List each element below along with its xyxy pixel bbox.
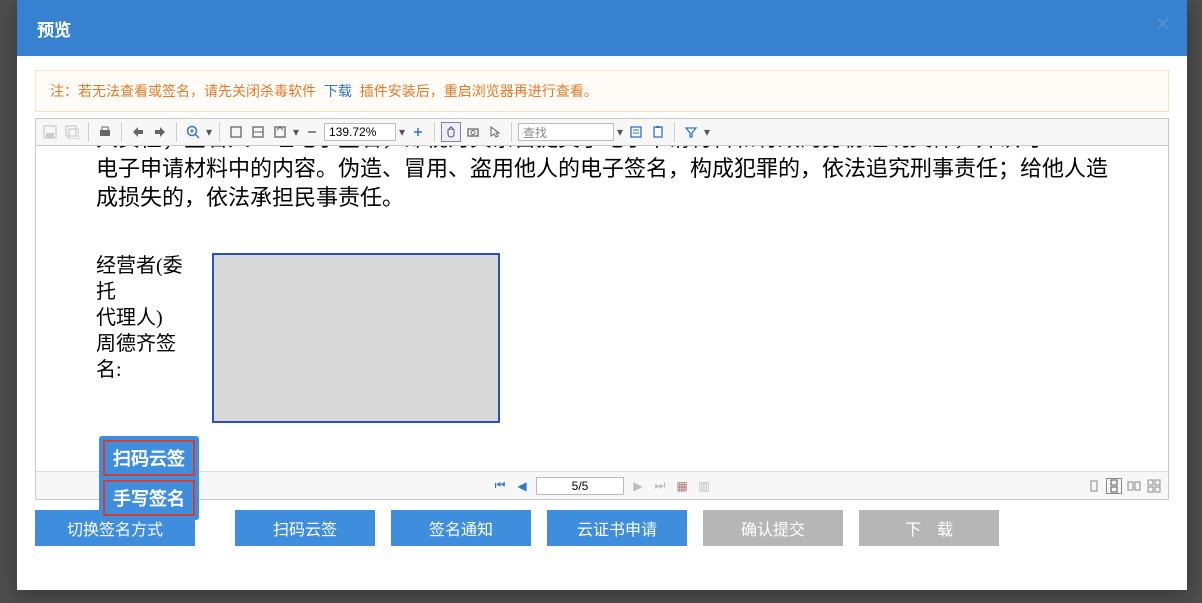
page-layout-icon[interactable]: ▦ — [674, 478, 690, 494]
sig-label-line1: 经营者(委托 — [96, 253, 196, 305]
cloud-cert-apply-button[interactable]: 云证书申请 — [547, 510, 687, 546]
next-page-icon: ▶ — [630, 478, 646, 494]
page-number-input[interactable] — [536, 477, 624, 495]
confirm-submit-button: 确认提交 — [703, 510, 843, 546]
facing-continuous-view-icon[interactable] — [1146, 478, 1162, 494]
sig-label-line3: 周德齐签名: — [96, 331, 196, 383]
fit-visible-icon[interactable] — [270, 122, 290, 142]
sig-label-line2: 代理人) — [96, 305, 196, 331]
signature-label: 经营者(委托 代理人) 周德齐签名: — [96, 253, 196, 423]
search-dropdown-icon[interactable]: ▾ — [616, 122, 624, 142]
close-icon[interactable]: ✕ — [1153, 14, 1173, 34]
pager-right-group — [1086, 478, 1162, 494]
zoom-in-icon[interactable] — [183, 122, 203, 142]
zoom-in-small-icon[interactable] — [408, 122, 428, 142]
filter-dropdown-icon[interactable]: ▾ — [703, 122, 711, 142]
zoom-level-input[interactable] — [324, 123, 396, 141]
document-viewport: 大责任；签名人一经电子签名，即视为其亲自提交了电子申请材料和有效的身份证明文件，… — [35, 146, 1169, 500]
prev-page-icon[interactable]: ◀ — [514, 478, 530, 494]
clipboard-icon[interactable] — [648, 122, 668, 142]
notice-text-2: 插件安装后，重启浏览器再进行查看。 — [360, 83, 598, 99]
snapshot-icon[interactable] — [463, 122, 483, 142]
save-icon — [40, 122, 60, 142]
facing-view-icon[interactable] — [1126, 478, 1142, 494]
rotate-left-icon[interactable] — [128, 122, 148, 142]
zoom-in-dropdown-icon[interactable]: ▾ — [205, 122, 213, 142]
notice-text-1: 注：若无法查看或签名，请先关闭杀毒软件 — [50, 83, 316, 99]
save-as-icon — [62, 122, 82, 142]
document-scroll-area[interactable]: 大责任；签名人一经电子签名，即视为其亲自提交了电子申请材料和有效的身份证明文件，… — [36, 146, 1168, 471]
pager-bar: ⏮ ◀ ▶ ⏭ ▦ ▥ — [36, 471, 1168, 499]
sign-notify-button[interactable]: 签名通知 — [391, 510, 531, 546]
search-input[interactable] — [518, 123, 614, 141]
note-icon[interactable] — [626, 122, 646, 142]
download-plugin-link[interactable]: 下载 — [324, 83, 352, 99]
zoom-out-small-icon[interactable] — [302, 122, 322, 142]
notice-banner: 注：若无法查看或签名，请先关闭杀毒软件 下载 插件安装后，重启浏览器再进行查看。 — [35, 70, 1169, 112]
fit-page-icon[interactable] — [226, 122, 246, 142]
document-content: 大责任；签名人一经电子签名，即视为其亲自提交了电子申请材料和有效的身份证明文件，… — [36, 146, 1168, 463]
sign-method-popover: 扫码云签 手写签名 — [99, 436, 199, 520]
title-text: 预览 — [37, 16, 71, 41]
hand-tool-icon[interactable] — [441, 122, 461, 142]
continuous-view-icon[interactable] — [1106, 478, 1122, 494]
first-page-icon[interactable]: ⏮ — [492, 478, 508, 494]
fit-dropdown-icon[interactable]: ▾ — [292, 122, 300, 142]
zoom-level-dropdown-icon[interactable]: ▾ — [398, 122, 406, 142]
doc-text-line-0: 大责任；签名人一经电子签名，即视为其亲自提交了电子申请材料和有效的身份证明文件，… — [96, 146, 1108, 154]
page-layout-2-icon: ▥ — [696, 478, 712, 494]
doc-text-line-1: 电子申请材料中的内容。伪造、冒用、盗用他人的电子签名，构成犯罪的，依法追究刑事责… — [96, 154, 1108, 213]
titlebar: 预览 ✕ — [17, 0, 1187, 56]
rotate-right-icon[interactable] — [150, 122, 170, 142]
signature-row: 经营者(委托 代理人) 周德齐签名: — [96, 253, 1108, 423]
print-icon[interactable] — [95, 122, 115, 142]
single-page-view-icon[interactable] — [1086, 478, 1102, 494]
signature-pad[interactable] — [212, 253, 500, 423]
pdf-toolbar: ▾ ▾ ▾ ▾ ▾ — [35, 118, 1169, 146]
filter-icon[interactable] — [681, 122, 701, 142]
download-button: 下 载 — [859, 510, 999, 546]
popover-scan-cloud-sign[interactable]: 扫码云签 — [103, 440, 195, 476]
popover-handwrite-sign[interactable]: 手写签名 — [103, 480, 195, 516]
preview-modal: 预览 ✕ 注：若无法查看或签名，请先关闭杀毒软件 下载 插件安装后，重启浏览器再… — [17, 0, 1187, 590]
fit-width-icon[interactable] — [248, 122, 268, 142]
scan-cloud-sign-button[interactable]: 扫码云签 — [235, 510, 375, 546]
select-tool-icon[interactable] — [485, 122, 505, 142]
last-page-icon: ⏭ — [652, 478, 668, 494]
